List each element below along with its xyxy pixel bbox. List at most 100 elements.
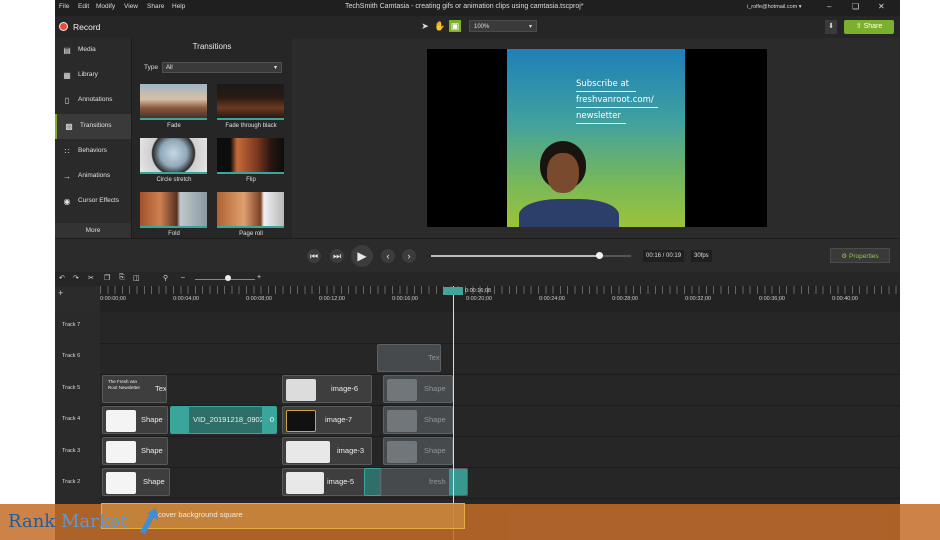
sidebar-item-label: Cursor Effects (78, 197, 120, 204)
shape-clip[interactable]: Shape (102, 437, 168, 465)
transition-label: Fold (168, 231, 180, 237)
preview-text-line: freshvanroot.com/ (576, 95, 654, 105)
type-select[interactable]: All ▾ (162, 62, 282, 73)
sidebar-item-label: Annotations (78, 96, 113, 103)
animations-icon: → (63, 172, 71, 181)
scrub-handle[interactable] (596, 252, 603, 259)
clip-preview-text: The Fresh van Root Newsletter (108, 379, 141, 390)
image-clip[interactable]: image-3 (282, 437, 372, 465)
share-button[interactable]: ⇧ Share (844, 20, 894, 34)
image-clip[interactable]: image-5 (282, 468, 372, 496)
zoom-icon[interactable]: ⚲ (163, 274, 168, 282)
sidebar-item-media[interactable]: ▤ Media (55, 38, 131, 63)
properties-button[interactable]: ⚙ Properties (830, 248, 890, 263)
logo-market: Market (61, 511, 128, 532)
pointer-icon[interactable]: ➤ (419, 20, 431, 32)
cover-clip-label: cover background square (158, 510, 243, 519)
shape-clip[interactable]: Shape (102, 406, 168, 434)
track-row-2[interactable]: Shape image-5 fresh (100, 467, 900, 499)
playhead-line[interactable] (453, 286, 454, 540)
transition-label: Flip (246, 177, 256, 183)
underline (576, 123, 626, 124)
menu-edit[interactable]: Edit (78, 3, 89, 10)
download-icon[interactable]: ⬇ (825, 20, 837, 34)
sidebar-item-behaviors[interactable]: ∷ Behaviors (55, 139, 131, 164)
undo-icon[interactable]: ↶ (59, 274, 65, 282)
playhead-handle[interactable] (443, 287, 463, 295)
sidebar-item-annotations[interactable]: ▯ Annotations (55, 88, 131, 113)
hand-icon[interactable]: ✋ (434, 20, 446, 32)
track-row-3[interactable]: Shape image-3 Shape (100, 436, 900, 468)
previous-marker-icon[interactable]: ‹ (381, 249, 395, 263)
step-back-icon[interactable]: ⏮ (307, 249, 321, 263)
minimize-icon[interactable]: – (827, 2, 831, 11)
timeline-zoom-handle[interactable] (225, 275, 231, 281)
video-clip[interactable]: VID_20191218_0902 0 (170, 406, 277, 434)
type-label: Type (144, 64, 159, 71)
text-clip[interactable]: The Fresh van Root Newsletter Tex (102, 375, 167, 403)
step-forward-icon[interactable]: ⏭ (330, 249, 344, 263)
sidebar-item-transitions[interactable]: ▩ Transitions (55, 114, 131, 139)
ghost-shape-clip[interactable]: Shape (383, 406, 453, 434)
track-row-6[interactable]: Tex (100, 343, 900, 375)
copy-icon[interactable]: ❐ (104, 274, 110, 282)
zoom-in-icon[interactable]: + (257, 274, 261, 281)
image-clip[interactable]: image-7 (282, 406, 372, 434)
scrub-bar[interactable] (431, 252, 631, 259)
preview-text-line: Subscribe at (576, 79, 630, 89)
ruler-tick: 0:00:04;00 (173, 296, 199, 302)
ghost-shape-clip[interactable]: Shape (383, 375, 453, 403)
menu-file[interactable]: File (59, 3, 69, 10)
clip-label: Shape (143, 477, 165, 486)
menu-view[interactable]: View (124, 3, 138, 10)
timeline-ruler[interactable]: 0:00:00;00 0:00:04;00 0:00:08;00 0:00:12… (100, 286, 900, 312)
paste-icon[interactable]: ⎘ (119, 274, 125, 282)
close-icon[interactable]: ✕ (878, 2, 885, 11)
behaviors-icon: ∷ (64, 147, 70, 156)
track-row-7[interactable] (100, 312, 900, 344)
image-clip[interactable]: image-6 (282, 375, 372, 403)
zoom-select[interactable]: 100% ▾ (469, 20, 537, 32)
user-account[interactable]: i_rolfe@hotmail.com ▾ (747, 4, 802, 10)
ghost-shape-clip[interactable]: Shape (383, 437, 453, 465)
track-row-4[interactable]: Shape VID_20191218_0902 0 image-7 Shape (100, 405, 900, 437)
transition-thumb-page-roll[interactable] (217, 192, 284, 228)
transition-label: Page roll (239, 231, 263, 237)
track-row-5[interactable]: The Fresh van Root Newsletter Tex image-… (100, 374, 900, 406)
play-icon[interactable]: ▶ (351, 245, 373, 267)
sidebar-item-cursor-effects[interactable]: ◉ Cursor Effects (55, 189, 131, 214)
sidebar-item-library[interactable]: ▦ Library (55, 63, 131, 88)
clip-label: Shape (141, 446, 163, 455)
transition-thumb-fade-through-black[interactable] (217, 84, 284, 120)
clip-label: image-7 (325, 415, 353, 424)
zoom-out-icon[interactable]: – (181, 274, 185, 281)
clip-label: image-6 (331, 384, 359, 393)
menu-help[interactable]: Help (172, 3, 185, 10)
tool-sidebar: ▤ Media ▦ Library ▯ Annotations ▩ Transi… (55, 38, 132, 238)
menu-share[interactable]: Share (147, 3, 164, 10)
ghost-text-clip[interactable]: Tex (377, 344, 441, 372)
underline (576, 107, 658, 108)
cut-icon[interactable]: ✂ (88, 274, 94, 282)
ghost-video-clip[interactable]: fresh (380, 468, 468, 496)
transition-thumb-circle-stretch[interactable] (140, 138, 207, 174)
add-track-icon[interactable]: + (58, 288, 63, 298)
next-marker-icon[interactable]: › (402, 249, 416, 263)
clip-label: Tex (428, 353, 440, 362)
camtasia-window: File Edit Modify View Share Help TechSmi… (55, 0, 900, 540)
split-icon[interactable]: ◫ (133, 274, 140, 282)
crop-icon[interactable]: ▣ (449, 20, 461, 32)
transition-thumb-flip[interactable] (217, 138, 284, 174)
more-button[interactable]: More (55, 223, 131, 238)
video-frame[interactable]: Subscribe at freshvanroot.com/ newslette… (507, 49, 685, 227)
redo-icon[interactable]: ↷ (73, 274, 79, 282)
restore-icon[interactable]: ❏ (852, 2, 859, 11)
transition-thumb-fold[interactable] (140, 192, 207, 228)
menu-modify[interactable]: Modify (96, 3, 115, 10)
shape-clip[interactable]: Shape (102, 468, 170, 496)
sidebar-item-animations[interactable]: → Animations (55, 164, 131, 189)
gear-icon: ⚙ (841, 253, 848, 260)
zoom-value: 100% (474, 24, 490, 30)
transition-thumb-fade[interactable] (140, 84, 207, 120)
sidebar-item-label: Library (78, 71, 98, 78)
